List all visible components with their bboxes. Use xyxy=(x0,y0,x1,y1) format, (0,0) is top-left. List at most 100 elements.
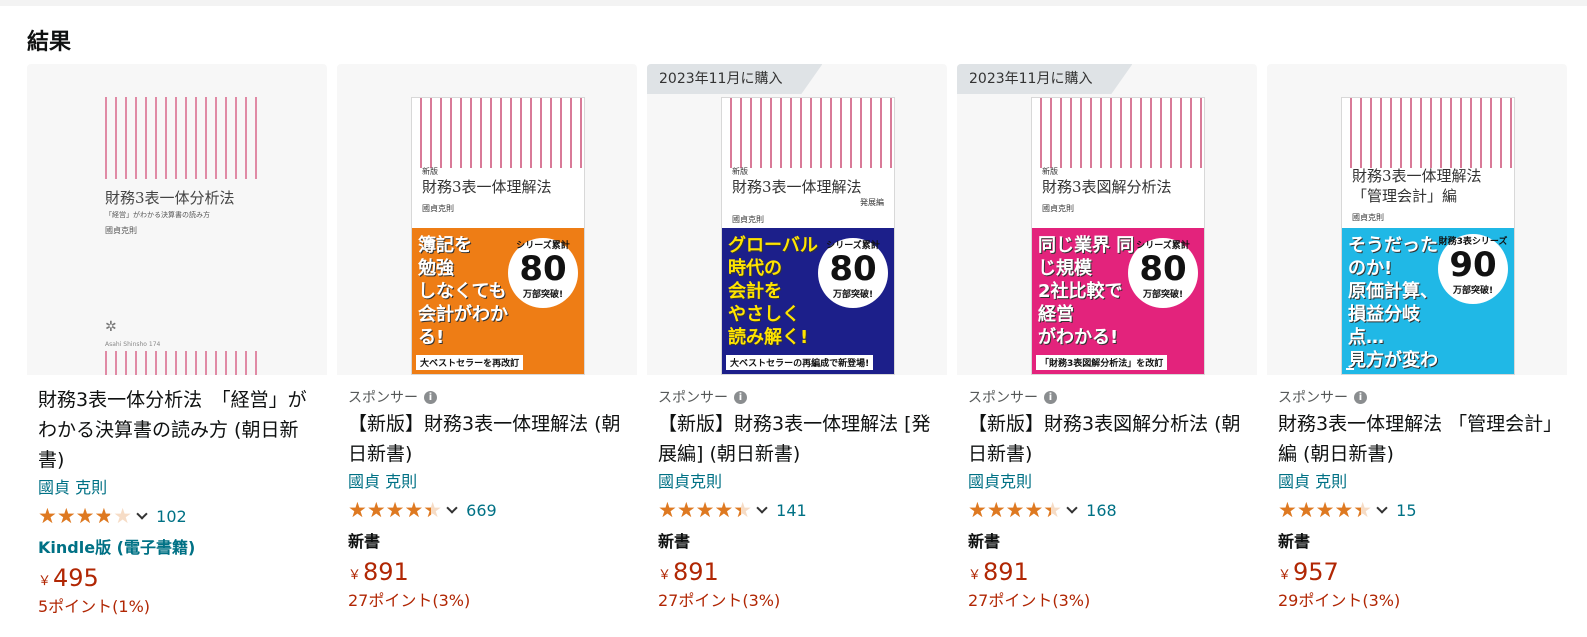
price[interactable]: ￥957 xyxy=(1278,555,1556,589)
cover-subtitle: 「経営」がわかる決算書の読み方 xyxy=(105,211,210,219)
price[interactable]: ￥891 xyxy=(658,555,936,589)
rating-row: ★★★★★ ★★★★★ 168 xyxy=(968,495,1246,525)
book-cover-image[interactable]: 新版 財務3表一体理解法 國貞克則 簿記を 勉強 しなくても 会計がわかる! シ… xyxy=(411,97,585,375)
cover-stripes-bottom xyxy=(97,351,257,375)
product-title-link[interactable]: 財務3表一体理解法 「管理会計」編 (朝日新書) xyxy=(1278,409,1556,469)
cover-footer xyxy=(1346,368,1354,370)
top-divider xyxy=(0,0,1587,6)
product-image-area[interactable]: 2023年11月に購入 新版 財務3表一体理解法 発展編 國貞克則 グローバル時… xyxy=(647,64,947,375)
cover-band-text: 同じ業界 同じ規模 2社比較で 経営 がわかる! xyxy=(1038,235,1135,348)
cover-footer: 「財務3表図解分析法」を改訂 xyxy=(1036,355,1168,370)
author-link[interactable]: 國貞克則 xyxy=(658,469,936,495)
rating-row: ★★★★★ ★★★★★ 15 xyxy=(1278,495,1556,525)
cover-sales-badge: シリーズ累計 80 万部突破! xyxy=(818,238,888,308)
info-icon[interactable]: i xyxy=(424,390,437,404)
badge-number: 80 xyxy=(829,249,877,289)
currency-symbol: ￥ xyxy=(348,568,362,583)
product-image-area[interactable]: 2023年11月に購入 新版 財務3表図解分析法 國貞克則 同じ業界 同じ規模 … xyxy=(957,64,1257,375)
sponsored-label[interactable]: スポンサー i xyxy=(1278,387,1556,407)
price[interactable]: ￥891 xyxy=(348,555,626,589)
results-heading: 結果 xyxy=(27,30,72,55)
chevron-down-icon[interactable] xyxy=(756,502,768,514)
star-rating-icon[interactable]: ★★★★★ ★★★★★ xyxy=(658,499,752,521)
price-value: 891 xyxy=(673,558,719,586)
currency-symbol: ￥ xyxy=(38,574,52,589)
product-image-area[interactable]: 新版 財務3表一体理解法 國貞克則 簿記を 勉強 しなくても 会計がわかる! シ… xyxy=(337,64,637,375)
format-link[interactable]: 新書 xyxy=(658,531,936,553)
sponsored-text: スポンサー xyxy=(968,390,1038,406)
cover-title: 財務3表一体理解法 xyxy=(732,178,862,196)
badge-number: 80 xyxy=(1139,249,1187,289)
format-link[interactable]: 新書 xyxy=(968,531,1246,553)
chevron-down-icon[interactable] xyxy=(1066,502,1078,514)
product-info: スポンサー i 【新版】財務3表一体理解法 [発展編] (朝日新書) 國貞克則 … xyxy=(647,375,947,613)
rating-row: ★★★★★ ★★★★★ 141 xyxy=(658,495,936,525)
review-count-link[interactable]: 141 xyxy=(776,501,807,520)
review-count-link[interactable]: 168 xyxy=(1086,501,1117,520)
star-rating-icon[interactable]: ★★★★★ ★★★★★ xyxy=(348,499,442,521)
author-link[interactable]: 國貞 克則 xyxy=(348,469,626,495)
product-card[interactable]: 財務3表一体理解法 「管理会計」編 國貞克則 そうだったのか! 原価計算、 損益… xyxy=(1267,64,1567,637)
product-title-link[interactable]: 【新版】財務3表一体理解法 (朝日新書) xyxy=(348,409,626,469)
star-rating-fill: ★★★★★ xyxy=(1278,499,1361,521)
cover-footer: Asahi Shinsho 174 xyxy=(105,341,161,348)
cover-footer: 大ベストセラーの再編成で新登場! xyxy=(726,355,874,370)
author-link[interactable]: 國貞 克則 xyxy=(38,475,316,501)
cover-author: 國貞克則 xyxy=(422,204,454,213)
price-value: 891 xyxy=(983,558,1029,586)
product-image-area[interactable]: 財務3表一体分析法 「経営」がわかる決算書の読み方 國貞克則 ✲ Asahi S… xyxy=(27,64,327,375)
info-icon[interactable]: i xyxy=(734,390,747,404)
book-cover-image[interactable]: 新版 財務3表図解分析法 國貞克則 同じ業界 同じ規模 2社比較で 経営 がわか… xyxy=(1031,97,1205,375)
format-link[interactable]: 新書 xyxy=(348,531,626,553)
sponsored-label[interactable]: スポンサー i xyxy=(968,387,1246,407)
book-cover-image[interactable]: 財務3表一体理解法 「管理会計」編 國貞克則 そうだったのか! 原価計算、 損益… xyxy=(1341,97,1515,375)
format-link[interactable]: Kindle版 (電子書籍) xyxy=(38,537,316,559)
chevron-down-icon[interactable] xyxy=(136,508,148,520)
cover-band-text: 簿記を 勉強 しなくても 会計がわかる! xyxy=(418,235,508,348)
product-card[interactable]: 財務3表一体分析法 「経営」がわかる決算書の読み方 國貞克則 ✲ Asahi S… xyxy=(27,64,327,637)
chevron-down-icon[interactable] xyxy=(446,502,458,514)
info-icon[interactable]: i xyxy=(1354,390,1367,404)
author-link[interactable]: 國貞 克則 xyxy=(1278,469,1556,495)
cover-author: 國貞克則 xyxy=(1352,213,1384,222)
book-cover-image[interactable]: 財務3表一体分析法 「経営」がわかる決算書の読み方 國貞克則 ✲ Asahi S… xyxy=(97,97,257,375)
product-card[interactable]: 2023年11月に購入 新版 財務3表図解分析法 國貞克則 同じ業界 同じ規模 … xyxy=(957,64,1257,637)
cover-stripes xyxy=(722,98,894,168)
product-title-link[interactable]: 【新版】財務3表一体理解法 [発展編] (朝日新書) xyxy=(658,409,936,469)
cover-title: 財務3表一体理解法 「管理会計」編 xyxy=(1352,167,1482,205)
product-image-area[interactable]: 財務3表一体理解法 「管理会計」編 國貞克則 そうだったのか! 原価計算、 損益… xyxy=(1267,64,1567,375)
price[interactable]: ￥495 xyxy=(38,561,316,595)
star-rating-fill: ★★★★★ xyxy=(38,505,110,527)
cover-band: 同じ業界 同じ規模 2社比較で 経営 がわかる! シリーズ累計 80 万部突破!… xyxy=(1032,228,1204,374)
info-icon[interactable]: i xyxy=(1044,390,1057,404)
cover-title: 財務3表一体理解法 xyxy=(422,178,552,196)
price-value: 891 xyxy=(363,558,409,586)
cover-edition: 新版 xyxy=(732,167,748,176)
cover-stripes xyxy=(97,97,257,179)
price-value: 957 xyxy=(1293,558,1339,586)
format-link[interactable]: 新書 xyxy=(1278,531,1556,553)
author-link[interactable]: 國貞克則 xyxy=(968,469,1246,495)
product-title-link[interactable]: 財務3表一体分析法 「経営」がわかる決算書の読み方 (朝日新書) xyxy=(38,385,316,475)
sponsored-label[interactable]: スポンサー i xyxy=(348,387,626,407)
star-rating-icon[interactable]: ★★★★★ ★★★★★ xyxy=(1278,499,1372,521)
sponsored-label[interactable]: スポンサー i xyxy=(658,387,936,407)
review-count-link[interactable]: 102 xyxy=(156,507,187,526)
star-rating-icon[interactable]: ★★★★★ ★★★★★ xyxy=(38,505,132,527)
sponsored-text: スポンサー xyxy=(1278,390,1348,406)
price[interactable]: ￥891 xyxy=(968,555,1246,589)
chevron-down-icon[interactable] xyxy=(1376,502,1388,514)
product-title-link[interactable]: 【新版】財務3表図解分析法 (朝日新書) xyxy=(968,409,1246,469)
points-text: 27ポイント(3%) xyxy=(348,591,471,610)
currency-symbol: ￥ xyxy=(1278,568,1292,583)
purchased-badge: 2023年11月に購入 xyxy=(957,64,1133,94)
review-count-link[interactable]: 669 xyxy=(466,501,497,520)
cover-author: 國貞克則 xyxy=(105,226,137,235)
review-count-link[interactable]: 15 xyxy=(1396,501,1416,520)
product-card[interactable]: 2023年11月に購入 新版 財務3表一体理解法 発展編 國貞克則 グローバル時… xyxy=(647,64,947,637)
cover-title: 財務3表一体分析法 xyxy=(105,189,235,207)
product-card[interactable]: 新版 財務3表一体理解法 國貞克則 簿記を 勉強 しなくても 会計がわかる! シ… xyxy=(337,64,637,637)
book-cover-image[interactable]: 新版 財務3表一体理解法 発展編 國貞克則 グローバル時代の 会計を やさしく … xyxy=(721,97,895,375)
star-rating-icon[interactable]: ★★★★★ ★★★★★ xyxy=(968,499,1062,521)
product-info: 財務3表一体分析法 「経営」がわかる決算書の読み方 (朝日新書) 國貞 克則 ★… xyxy=(27,375,327,619)
